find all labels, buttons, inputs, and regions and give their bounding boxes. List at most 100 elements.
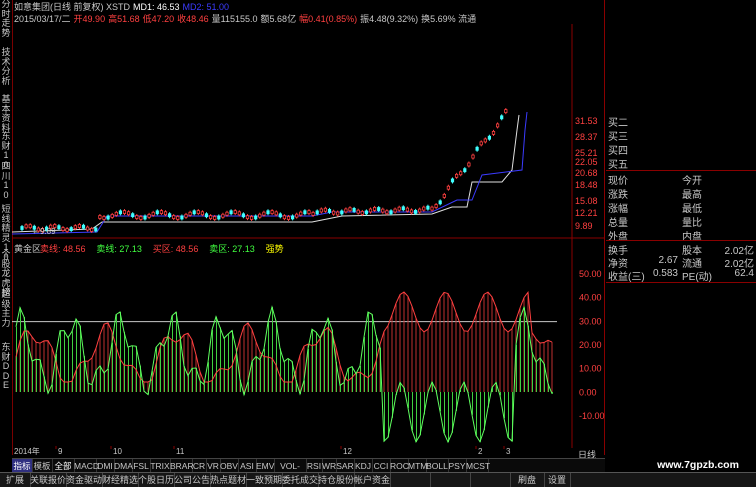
indicator-tick: -10.00 bbox=[579, 411, 605, 421]
candle-body bbox=[204, 213, 209, 218]
function-button[interactable]: 帐户资金 bbox=[354, 473, 391, 487]
function-button[interactable]: 扩展 bbox=[0, 473, 31, 487]
trading-window: 分 时 走 势技 术 分 析基 本 资 料东 财 1 0四 川 1 0短 线 精… bbox=[0, 0, 756, 487]
function-button[interactable]: 一致预期 bbox=[246, 473, 283, 487]
period-label[interactable]: 日线 bbox=[578, 448, 605, 460]
indicator-tab[interactable]: CCI bbox=[372, 459, 391, 473]
indicator-tab[interactable]: MCST bbox=[466, 459, 490, 473]
function-button[interactable]: 持仓股份 bbox=[318, 473, 355, 487]
candle-body bbox=[192, 210, 196, 215]
buy-level-row: 买五 bbox=[606, 156, 756, 171]
function-button[interactable]: 关联报价 bbox=[30, 473, 67, 487]
indicator-tab[interactable]: VOL-TDX bbox=[274, 459, 307, 485]
candle-body bbox=[270, 210, 274, 215]
indicator-tab[interactable]: 指标 bbox=[12, 459, 33, 473]
candle-body bbox=[147, 213, 151, 218]
indicator-tick: 50.00 bbox=[579, 269, 602, 279]
function-button[interactable]: 委托成交 bbox=[282, 473, 319, 487]
candle-body bbox=[278, 213, 282, 218]
finance-row: 净资 2.67 流通 2.02亿 bbox=[606, 255, 756, 270]
indicator-tab[interactable]: FSL bbox=[132, 459, 151, 473]
buy-level-label: 买五 bbox=[608, 160, 628, 171]
indicator-tick: 30.00 bbox=[579, 316, 602, 326]
candle-body bbox=[266, 210, 270, 215]
sidebar-tab[interactable]: 基 本 资 料 bbox=[0, 94, 12, 133]
function-button[interactable] bbox=[470, 473, 511, 487]
candle-body bbox=[475, 146, 479, 151]
sidebar-tab[interactable]: 技 术 分 析 bbox=[0, 47, 12, 86]
indicator-tab[interactable]: DMA bbox=[114, 459, 133, 473]
indicator-tab[interactable]: ASI bbox=[238, 459, 257, 473]
chart-canvas[interactable]: 31.5328.3725.2122.0520.6818.4815.0812.21… bbox=[12, 0, 606, 455]
sidebar-tab[interactable]: 东 财 D D E bbox=[0, 342, 12, 391]
header-field: 高51.68 bbox=[108, 14, 140, 24]
stock-title-line: 如意集团(日线 前复权) XSTD MD1: 46.53 MD2: 51.00 bbox=[14, 0, 232, 12]
price-tick: 31.53 bbox=[575, 116, 598, 126]
finance-row: 换手 股本 2.02亿 bbox=[606, 242, 756, 257]
function-button[interactable]: 资金驱动 bbox=[66, 473, 103, 487]
candle-body bbox=[20, 226, 24, 230]
candle-body bbox=[90, 228, 94, 232]
function-button[interactable]: 财经精选 bbox=[102, 473, 139, 487]
candle-body bbox=[213, 216, 217, 220]
function-button[interactable]: 设置 bbox=[544, 473, 571, 487]
indicator-tab[interactable]: CR bbox=[192, 459, 207, 473]
finance-value: 2.67 bbox=[658, 255, 678, 266]
candle-body bbox=[258, 213, 262, 218]
candle-body bbox=[77, 224, 81, 228]
function-button[interactable] bbox=[430, 473, 471, 487]
indicator-tab[interactable]: RSI bbox=[306, 459, 323, 473]
header-field: 量115155.0 bbox=[211, 14, 258, 24]
indicator-tab[interactable]: VR bbox=[206, 459, 221, 473]
sidebar-tab[interactable]: 超 级 主 力 bbox=[0, 289, 12, 328]
candle-body bbox=[57, 225, 61, 230]
indicator-tab[interactable]: WR bbox=[322, 459, 337, 473]
indicator-tab[interactable]: 全部 bbox=[52, 459, 75, 473]
candle-body bbox=[24, 224, 28, 229]
candle-body bbox=[94, 227, 98, 232]
sidebar-tab[interactable]: 分 时 走 势 bbox=[0, 0, 12, 38]
indicator-tab[interactable]: MACD bbox=[74, 459, 99, 473]
time-label: 3 bbox=[506, 447, 511, 455]
indicator-tab[interactable]: MTM bbox=[408, 459, 427, 473]
indicator-tab[interactable]: BRAR bbox=[170, 459, 194, 473]
function-button[interactable]: 公司公告 bbox=[174, 473, 211, 487]
quote-label: 涨幅 bbox=[608, 204, 628, 215]
candle-body bbox=[106, 215, 110, 220]
indicator-value: 卖区: 27.13 bbox=[209, 244, 255, 254]
indicator-tab[interactable]: OBV bbox=[220, 459, 239, 473]
indicator-tab[interactable]: KDJ bbox=[354, 459, 373, 473]
candle-body bbox=[438, 200, 442, 205]
candle-body bbox=[397, 206, 401, 211]
indicator-tab[interactable]: PSY bbox=[448, 459, 467, 473]
candle-body bbox=[356, 209, 360, 214]
function-button[interactable] bbox=[390, 473, 431, 487]
candle-body bbox=[430, 206, 434, 211]
indicator-tab[interactable]: BOLL bbox=[426, 459, 449, 473]
candle-body bbox=[241, 213, 245, 218]
candle-body bbox=[487, 135, 492, 140]
buy-level-label: 买二 bbox=[608, 118, 628, 129]
indicator-tab[interactable]: ROC bbox=[390, 459, 409, 473]
function-button[interactable]: 刷盘 bbox=[510, 473, 545, 487]
indicator-tab[interactable]: 模板 bbox=[32, 459, 53, 473]
indicator-value: 买区: 48.56 bbox=[153, 244, 199, 254]
watermark: www.7gpzb.com bbox=[657, 459, 739, 471]
sidebar-tab[interactable]: 四 川 1 0 bbox=[0, 161, 12, 200]
indicator-tab[interactable]: SAR bbox=[336, 459, 355, 473]
candle-body bbox=[122, 210, 127, 214]
time-label: 10 bbox=[113, 447, 122, 455]
function-button[interactable]: 个股日历 bbox=[138, 473, 175, 487]
function-button[interactable]: 热点题材 bbox=[210, 473, 247, 487]
candle-body bbox=[114, 211, 118, 216]
candle-body bbox=[348, 207, 352, 212]
indicator-tab[interactable]: EMV bbox=[256, 459, 275, 473]
candle-body bbox=[208, 215, 213, 220]
indicator-tab[interactable]: TRIX bbox=[150, 459, 171, 473]
quote-label: 总量 bbox=[608, 218, 628, 229]
buy-level-row: 买二 bbox=[606, 114, 756, 129]
indicator-value: 卖线: 48.56 bbox=[40, 243, 86, 254]
price-tick: 18.48 bbox=[575, 180, 598, 190]
indicator-tab[interactable]: DMI bbox=[96, 459, 115, 473]
low-marker: ←9.89 bbox=[32, 227, 56, 236]
